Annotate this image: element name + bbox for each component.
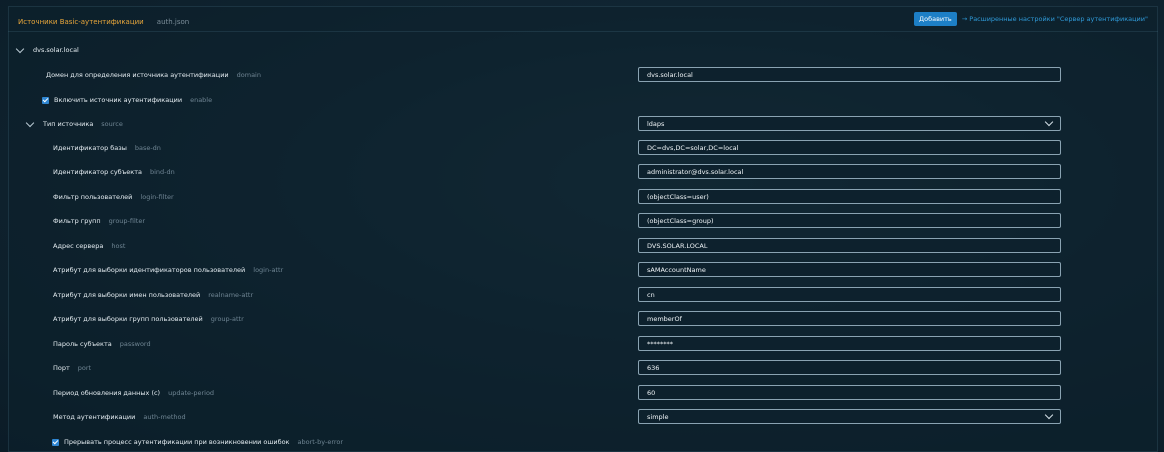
abort-by-error-checkbox[interactable] [52,438,59,446]
header-actions: Добавить → Расширенные настройки "Сервер… [914,11,1148,26]
field-key: update-period [168,389,215,397]
file-name: auth.json [156,18,190,26]
field-value: administrator@dvs.solar.local [647,167,744,176]
field-label: Атрибут для выборки имен пользователей [53,291,201,299]
realname-attr-input[interactable]: cn [638,287,1061,302]
login-attr-input[interactable]: sAMAccountName [638,262,1061,277]
field-value: (objectClass=group) [647,216,714,225]
chevron-down-icon [1044,117,1054,127]
password-input[interactable]: ******** [638,336,1061,351]
field-key: login-attr [253,266,284,274]
field-key: port [77,364,92,372]
field-key: enable [190,96,213,104]
field-label: Фильтр групп [53,217,101,225]
field-key: auth-method [143,413,186,421]
field-label: Домен для определения источника аутентиф… [46,71,229,79]
panel-header: Источники Basic-аутентификации auth.json… [8,6,1158,32]
field-value: memberOf [647,314,682,323]
base-dn-input[interactable]: DC=dvs,DC=solar,DC=local [638,140,1061,155]
field-value: DC=dvs,DC=solar,DC=local [647,143,739,152]
field-key: realname-attr [208,291,254,299]
field-key: group-attr [210,315,244,323]
field-key: host [111,242,126,250]
field-label: Идентификатор субъекта [53,168,142,176]
source-name: dvs.solar.local [33,46,79,54]
field-label: Тип источника [43,120,94,128]
login-filter-input[interactable]: (objectClass=user) [638,189,1061,204]
field-key: base-dn [134,144,161,152]
source-group-header[interactable]: dvs.solar.local [0,40,1164,60]
update-period-input[interactable]: 60 [638,385,1061,400]
field-key: password [119,340,151,348]
field-value: DVS.SOLAR.LOCAL [647,241,708,250]
bind-dn-input[interactable]: administrator@dvs.solar.local [638,164,1061,179]
field-label: Метод аутентификации [53,413,136,421]
field-value: ******** [647,339,673,348]
field-value: sAMAccountName [647,265,706,274]
field-label: Порт [53,364,70,372]
chevron-down-icon[interactable] [25,118,35,127]
abort-by-error-row: Прерывать процесс аутентификации при воз… [0,432,1164,452]
port-input[interactable]: 636 [638,360,1061,375]
field-label: Включить источник аутентификации [54,96,183,104]
field-label: Прерывать процесс аутентификации при воз… [64,438,290,446]
group-attr-input[interactable]: memberOf [638,311,1061,326]
field-value: cn [647,290,655,299]
enable-checkbox[interactable] [42,96,49,104]
field-label: Идентификатор базы [53,144,127,152]
field-key: source [101,120,123,128]
field-label: Период обновления данных (с) [53,389,161,397]
source-type-select[interactable]: ldaps [638,116,1061,131]
chevron-down-icon[interactable] [15,44,25,53]
field-value: (objectClass=user) [647,192,709,201]
field-key: domain [236,71,261,79]
domain-value: dvs.solar.local [647,70,693,79]
field-key: login-filter [140,193,174,201]
group-filter-input[interactable]: (objectClass=group) [638,213,1061,228]
field-key: group-filter [108,217,146,225]
panel-title: Источники Basic-аутентификации [18,18,144,26]
field-label: Атрибут для выборки групп пользователей [53,315,203,323]
field-value: simple [647,412,669,421]
auth-method-select[interactable]: simple [638,409,1061,424]
field-label: Адрес сервера [53,242,104,250]
field-key: abort-by-error [297,438,344,446]
add-button[interactable]: Добавить [914,11,957,26]
enable-row: Включить источник аутентификации enable [0,90,1164,110]
domain-input[interactable]: dvs.solar.local [638,67,1061,82]
host-input[interactable]: DVS.SOLAR.LOCAL [638,238,1061,253]
chevron-down-icon [1044,410,1054,420]
field-label: Пароль субъекта [53,340,112,348]
field-value: 636 [647,363,660,372]
source-type-value: ldaps [647,119,665,128]
header-title-group: Источники Basic-аутентификации auth.json [18,9,189,28]
field-label: Фильтр пользователей [53,193,133,201]
field-value: 60 [647,388,656,397]
field-key: bind-dn [149,168,175,176]
advanced-settings-link[interactable]: → Расширенные настройки "Сервер аутентиф… [962,15,1148,23]
field-label: Атрибут для выборки идентификаторов поль… [53,266,246,274]
